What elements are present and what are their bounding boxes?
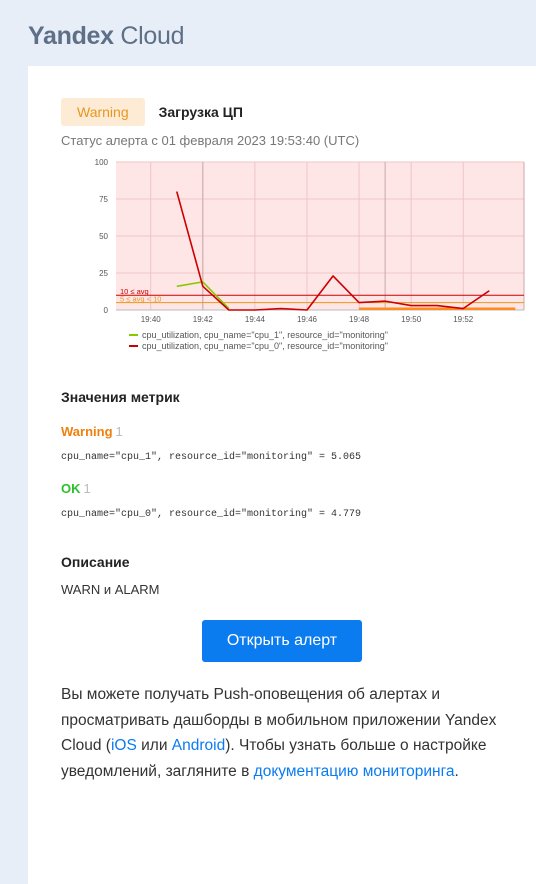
warning-metric-value: cpu_name="cpu_1", resource_id="monitorin… — [61, 452, 362, 463]
warning-label: Warning — [61, 424, 113, 439]
chart-y-tick-label: 100 — [95, 158, 109, 167]
chart-x-tick-label: 19:52 — [453, 315, 474, 324]
info-text-4: . — [454, 762, 459, 780]
ios-link[interactable]: iOS — [111, 737, 137, 754]
chart-threshold-label: 5 ≤ avg < 10 — [120, 295, 161, 304]
chart-x-tick-label: 19:48 — [349, 315, 370, 324]
alert-title: Загрузка ЦП — [158, 104, 243, 120]
cpu-chart-svg: 0 25 50 75 100 19:40 19:42 19:44 19:46 19:48 19:50… — [95, 158, 525, 351]
ok-severity: OK 1 — [61, 481, 91, 496]
chart-x-tick-label: 19:44 — [245, 315, 266, 324]
warning-count: 1 — [115, 424, 123, 439]
alert-header: Warning Загрузка ЦП — [61, 98, 243, 126]
status-badge: Warning — [61, 98, 145, 126]
yandex-cloud-logo: Yandex Cloud — [28, 22, 185, 51]
chart-alert-band — [359, 307, 516, 310]
chart-y-tick-label: 25 — [99, 269, 108, 278]
alert-card: Warning Загрузка ЦП Статус алерта с 01 ф… — [28, 66, 536, 884]
ok-label: OK — [61, 481, 81, 496]
chart-y-tick-label: 0 — [104, 306, 109, 315]
alert-status-text: Статус алерта с 01 февраля 2023 19:53:40… — [61, 133, 360, 148]
logo-sub: Cloud — [120, 22, 185, 50]
chart-x-tick-label: 19:42 — [193, 315, 214, 324]
ok-metric-value: cpu_name="cpu_0", resource_id="monitorin… — [61, 509, 362, 520]
chart-x-tick-label: 19:50 — [401, 315, 422, 324]
chart-x-tick-label: 19:46 — [297, 315, 318, 324]
open-alert-button[interactable]: Открыть алерт — [202, 620, 362, 662]
warning-severity: Warning 1 — [61, 424, 123, 439]
chart-x-tick-label: 19:40 — [141, 315, 162, 324]
chart-y-tick-label: 50 — [99, 232, 108, 241]
description-heading: Описание — [61, 554, 130, 570]
ok-count: 1 — [83, 481, 91, 496]
android-link[interactable]: Android — [172, 737, 225, 754]
chart-legend-entry: cpu_utilization, cpu_name="cpu_0", resou… — [142, 341, 388, 351]
metrics-heading: Значения метрик — [61, 389, 180, 405]
mobile-app-info: Вы можете получать Push-оповещения об ал… — [61, 682, 501, 784]
description-text: WARN и ALARM — [61, 582, 160, 597]
logo-main: Yandex — [28, 22, 114, 50]
chart-legend-entry: cpu_utilization, cpu_name="cpu_1", resou… — [142, 330, 388, 340]
cpu-chart: 0 25 50 75 100 19:40 19:42 19:44 19:46 19:48 19:50… — [58, 158, 528, 363]
docs-link[interactable]: документацию мониторинга — [254, 763, 455, 780]
chart-y-tick-label: 75 — [99, 195, 108, 204]
info-text-2: или — [136, 737, 172, 754]
